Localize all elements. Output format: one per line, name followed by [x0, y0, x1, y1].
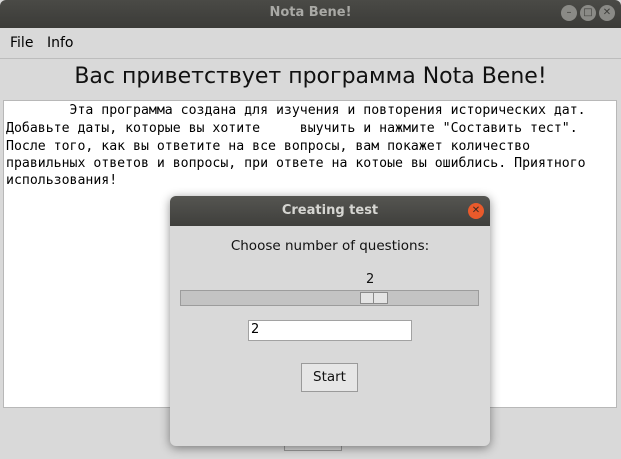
dialog-close-icon[interactable]: ✕	[468, 203, 484, 219]
menubar: File Info	[0, 28, 621, 59]
scale-value-label: 2	[366, 272, 375, 287]
dialog-titlebar: Creating test ✕	[170, 196, 490, 226]
description-line: Добавьте даты, которые вы хотите выучить…	[6, 121, 578, 136]
description-line: правильных ответов и вопросы, при ответе…	[6, 156, 586, 171]
description-line: Эта программа создана для изучения и пов…	[6, 103, 586, 118]
questions-entry[interactable]: 2	[248, 320, 412, 341]
questions-slider[interactable]	[180, 290, 479, 306]
description-line: использования!	[6, 173, 118, 188]
menu-file[interactable]: File	[10, 35, 33, 51]
minimize-icon[interactable]: –	[561, 5, 577, 21]
slider-thumb[interactable]	[360, 292, 388, 304]
maximize-icon[interactable]: □	[580, 5, 596, 21]
dialog-title: Creating test	[281, 203, 379, 218]
description-line: После того, как вы ответите на все вопро…	[6, 139, 531, 154]
window-title: Nota Bene!	[269, 5, 352, 20]
creating-test-dialog: Creating test ✕ Choose number of questio…	[170, 196, 490, 446]
close-icon[interactable]: ✕	[599, 5, 615, 21]
start-button[interactable]: Start	[301, 363, 358, 392]
window-titlebar: Nota Bene! – □ ✕	[0, 0, 621, 28]
menu-info[interactable]: Info	[47, 35, 74, 51]
questions-prompt: Choose number of questions:	[230, 238, 430, 254]
welcome-heading: Вас приветствует программа Nota Bene!	[74, 64, 547, 89]
slider-thumb-grip	[373, 293, 374, 303]
